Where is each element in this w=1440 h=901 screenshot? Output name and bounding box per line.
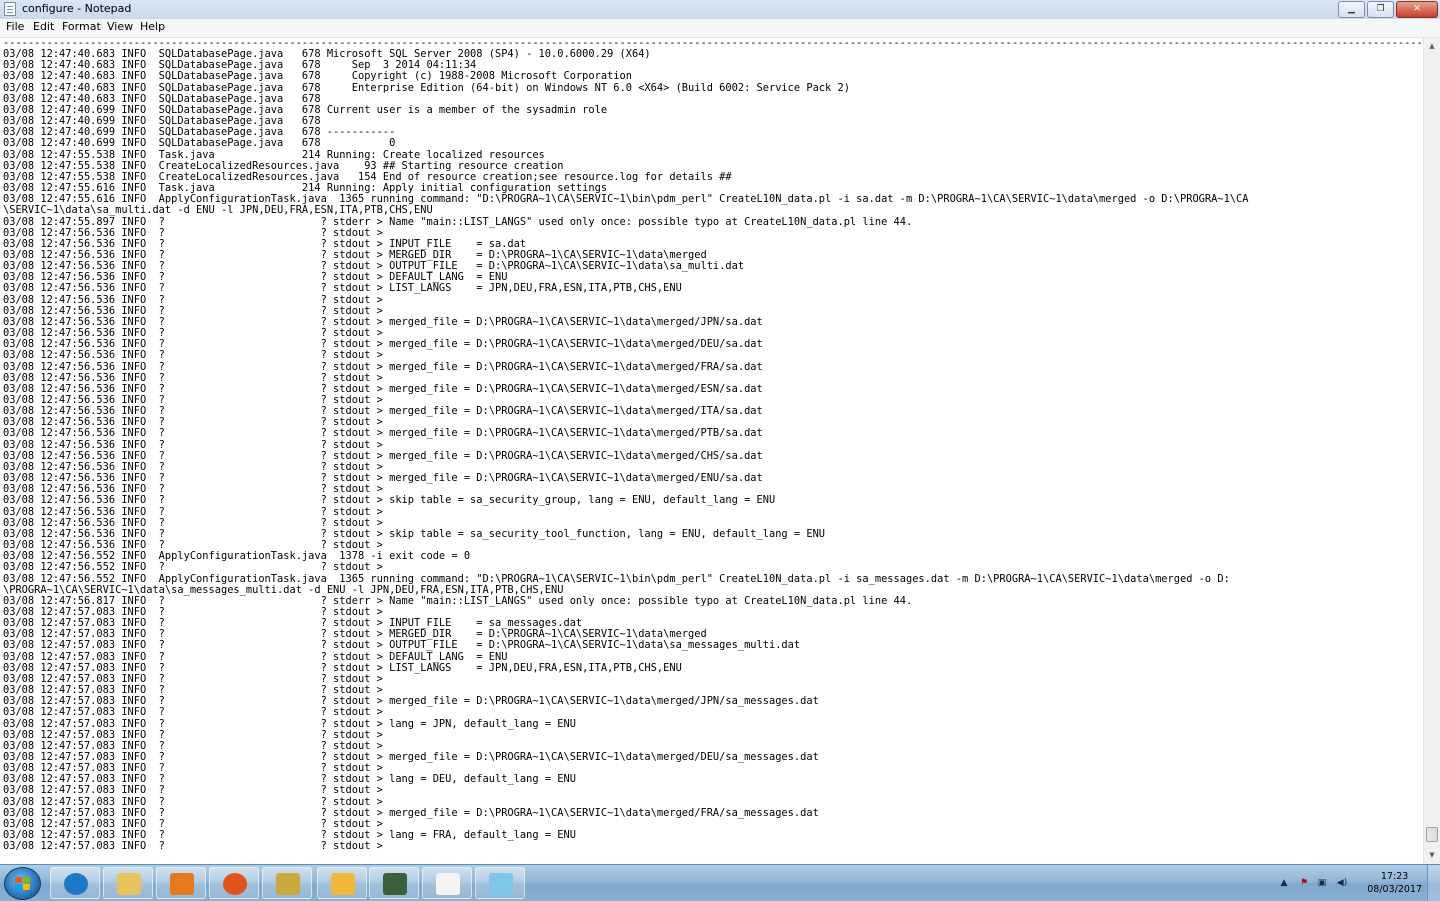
- log-line: 03/08 12:47:55.897 INFO ? ? stderr > Nam…: [3, 215, 913, 228]
- file-explorer-icon: [117, 873, 141, 895]
- show-hidden-icons-icon[interactable]: ▲: [1278, 877, 1290, 889]
- log-line: 03/08 12:47:57.083 INFO ? ? stdout >: [3, 840, 383, 853]
- terminal-icon: [383, 873, 407, 895]
- notepad-app-icon: [4, 2, 16, 16]
- log-line: 03/08 12:47:40.683 INFO SQLDatabasePage.…: [3, 70, 632, 83]
- log-line: 03/08 12:47:57.083 INFO ? ? stdout >: [3, 706, 383, 719]
- clock-time: 17:23: [1380, 871, 1409, 882]
- menu-file[interactable]: File: [6, 20, 24, 33]
- taskbar-app-button[interactable]: [317, 867, 367, 899]
- scroll-down-icon[interactable]: ▼: [1424, 847, 1440, 864]
- generic-app-icon: [489, 873, 513, 895]
- taskbar-app-button[interactable]: [156, 867, 206, 899]
- log-line: 03/08 12:47:56.536 INFO ? ? stdout > mer…: [3, 427, 763, 440]
- log-line: \SERVIC~1\data\sa_multi.dat -d ENU -l JP…: [3, 204, 433, 217]
- taskbar-app-button[interactable]: [50, 867, 100, 899]
- taskbar: ▲ ⚑ ▣ ◀) 17:23 08/03/2017: [0, 864, 1440, 901]
- menu-help[interactable]: Help: [140, 20, 165, 33]
- windows-logo-icon: [15, 877, 31, 891]
- taskbar-app-button[interactable]: [103, 867, 153, 899]
- close-icon: ✕: [1413, 4, 1421, 14]
- scroll-up-icon[interactable]: ▲: [1424, 38, 1440, 55]
- vertical-scrollbar[interactable]: ▲ ▼: [1423, 38, 1440, 864]
- log-line: 03/08 12:47:57.083 INFO ? ? stdout > lan…: [3, 717, 576, 730]
- menu-view[interactable]: View: [107, 20, 133, 33]
- minimize-button[interactable]: ▁: [1338, 1, 1365, 18]
- log-line: 03/08 12:47:56.536 INFO ? ? stdout > LIS…: [3, 282, 682, 295]
- log-line: 03/08 12:47:56.552 INFO ? ? stdout >: [3, 561, 383, 574]
- log-line: 03/08 12:47:56.552 INFO ApplyConfigurati…: [3, 572, 1230, 585]
- network-icon[interactable]: ▣: [1316, 877, 1328, 889]
- close-button[interactable]: ✕: [1396, 1, 1438, 18]
- title-bar[interactable]: configure - Notepad ▁ ❐ ✕: [0, 0, 1440, 20]
- taskbar-app-button[interactable]: [475, 867, 525, 899]
- taskbar-app-button[interactable]: [209, 867, 259, 899]
- notification-area: ▲ ⚑ ▣ ◀) 17:23 08/03/2017: [1260, 865, 1440, 901]
- internet-explorer-icon: [64, 873, 88, 895]
- log-line: 03/08 12:47:40.699 INFO SQLDatabasePage.…: [3, 137, 396, 150]
- menu-edit[interactable]: Edit: [33, 20, 54, 33]
- menu-format[interactable]: Format: [62, 20, 101, 33]
- log-line: 03/08 12:47:56.536 INFO ? ? stdout > mer…: [3, 360, 763, 373]
- text-editor-area[interactable]: ----------------------------------------…: [0, 38, 1423, 864]
- log-line: 03/08 12:47:57.083 INFO ? ? stdout > OUT…: [3, 639, 801, 652]
- volume-icon[interactable]: ◀): [1336, 877, 1348, 889]
- taskbar-app-button[interactable]: [422, 867, 472, 899]
- window-controls: ▁ ❐ ✕: [1338, 1, 1438, 18]
- firefox-icon: [223, 873, 247, 895]
- minimize-icon: ▁: [1348, 4, 1355, 14]
- window-title: configure - Notepad: [22, 2, 132, 15]
- start-button[interactable]: [4, 867, 41, 900]
- maximize-button[interactable]: ❐: [1367, 1, 1394, 18]
- scrollbar-thumb[interactable]: [1426, 827, 1438, 842]
- outlook-icon: [331, 873, 355, 895]
- folder-icon: [276, 873, 300, 895]
- media-player-icon: [170, 873, 194, 895]
- menu-bar: File Edit Format View Help: [0, 19, 1440, 38]
- taskbar-app-button[interactable]: [262, 867, 312, 899]
- notepad-icon: [436, 873, 460, 895]
- log-line: 03/08 12:47:57.083 INFO ? ? stdout >: [3, 784, 383, 797]
- clock-date: 08/03/2017: [1367, 884, 1422, 895]
- action-center-icon[interactable]: ⚑: [1298, 877, 1310, 889]
- log-text: ----------------------------------------…: [0, 38, 1423, 852]
- clock[interactable]: 17:23 08/03/2017: [1367, 870, 1422, 896]
- taskbar-app-button[interactable]: [369, 867, 419, 899]
- show-desktop-button[interactable]: [1427, 865, 1440, 901]
- log-line: 03/08 12:47:56.536 INFO ? ? stdout > ski…: [3, 494, 776, 507]
- log-line: 03/08 12:47:56.536 INFO ? ? stdout >: [3, 349, 383, 362]
- restore-icon: ❐: [1376, 4, 1385, 14]
